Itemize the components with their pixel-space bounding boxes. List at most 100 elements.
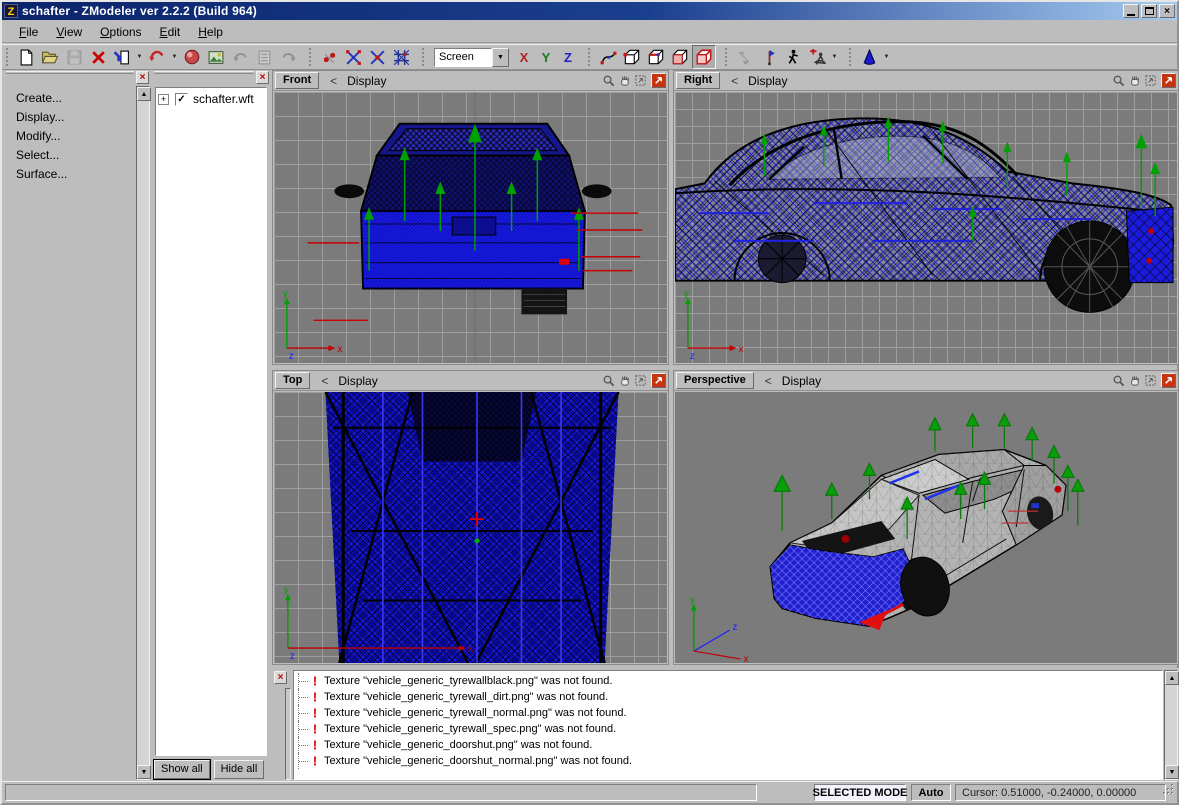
- materials-tool-button[interactable]: [857, 45, 881, 69]
- import-button[interactable]: [110, 45, 134, 69]
- log-panel-grip[interactable]: [285, 688, 291, 780]
- viewport-display-menu[interactable]: Display: [748, 74, 1110, 88]
- command-select[interactable]: Select...: [4, 145, 150, 164]
- import-dropdown[interactable]: ▼: [134, 46, 145, 68]
- export-dropdown[interactable]: ▼: [169, 46, 180, 68]
- visibility-checkbox[interactable]: ✓: [175, 93, 188, 106]
- pin-tool-button[interactable]: [757, 45, 781, 69]
- menu-edit[interactable]: Edit: [151, 23, 190, 41]
- viewport-perspective-canvas[interactable]: y z x: [675, 392, 1177, 663]
- command-modify[interactable]: Modify...: [4, 126, 150, 145]
- undo-icon: [232, 49, 249, 66]
- maximize-viewport-icon[interactable]: [1161, 73, 1176, 88]
- tree-panel-grip[interactable]: [154, 71, 254, 74]
- level-vertices-button[interactable]: [620, 45, 644, 69]
- command-display[interactable]: Display...: [4, 107, 150, 126]
- viewport-display-menu[interactable]: Display: [347, 74, 600, 88]
- toolbar-grip[interactable]: [849, 48, 853, 66]
- walk-mode-button[interactable]: [781, 45, 805, 69]
- show-all-button[interactable]: Show all: [154, 760, 210, 779]
- materials-dropdown[interactable]: ▼: [881, 46, 892, 68]
- command-surface[interactable]: Surface...: [4, 164, 150, 183]
- spline-tool-button[interactable]: [596, 45, 620, 69]
- axis-y-button[interactable]: Y: [535, 46, 557, 68]
- tree-item-schafter[interactable]: + ✓ schafter.wft: [156, 88, 266, 110]
- pan-hand-icon[interactable]: [1127, 73, 1142, 88]
- bones-dropdown[interactable]: ▼: [829, 46, 840, 68]
- toolbar-grip[interactable]: [6, 48, 10, 66]
- scroll-up-icon[interactable]: ▲: [137, 87, 151, 101]
- menu-options[interactable]: Options: [91, 23, 150, 41]
- maximize-viewport-icon[interactable]: [1161, 373, 1176, 388]
- level-edges-button[interactable]: [644, 45, 668, 69]
- expand-icon[interactable]: +: [158, 94, 169, 105]
- toolbar-grip[interactable]: [725, 48, 729, 66]
- axis-z-button[interactable]: Z: [557, 46, 579, 68]
- level-objects-button[interactable]: [692, 45, 716, 69]
- tree-panel-close-button[interactable]: ×: [256, 71, 269, 84]
- export-button[interactable]: [145, 45, 169, 69]
- viewport-right-canvas[interactable]: y x z: [675, 92, 1177, 363]
- viewport-display-menu[interactable]: Display: [782, 374, 1110, 388]
- zoom-icon[interactable]: [1111, 373, 1126, 388]
- menu-view[interactable]: View: [47, 23, 91, 41]
- pan-hand-icon[interactable]: [617, 73, 632, 88]
- screen-select[interactable]: Screen ▼: [434, 48, 509, 67]
- hide-all-button[interactable]: Hide all: [214, 760, 265, 779]
- command-panel-scrollbar[interactable]: ▲ ▼: [136, 86, 150, 780]
- maximize-button[interactable]: [1141, 4, 1157, 18]
- select-edges-button[interactable]: [341, 45, 365, 69]
- screen-select-dropdown-icon[interactable]: ▼: [492, 48, 509, 67]
- toolbar-grip[interactable]: [309, 48, 313, 66]
- log-panel-close-button[interactable]: ×: [274, 671, 287, 684]
- log-scrollbar[interactable]: ▲ ▼: [1164, 670, 1178, 780]
- command-create[interactable]: Create...: [4, 88, 150, 107]
- select-vertices-button[interactable]: [317, 45, 341, 69]
- zoom-icon[interactable]: [1111, 73, 1126, 88]
- viewport-nav-glyph[interactable]: <: [321, 374, 328, 388]
- pan-hand-icon[interactable]: [1127, 373, 1142, 388]
- zoom-region-icon[interactable]: [1143, 373, 1158, 388]
- menu-file[interactable]: File: [10, 23, 47, 41]
- command-panel-close-button[interactable]: ×: [136, 71, 149, 84]
- viewport-nav-glyph[interactable]: <: [330, 74, 337, 88]
- new-file-button[interactable]: [14, 45, 38, 69]
- toolbar-grip[interactable]: [422, 48, 426, 66]
- pan-hand-icon[interactable]: [617, 373, 632, 388]
- viewport-display-menu[interactable]: Display: [338, 374, 600, 388]
- zoom-region-icon[interactable]: [633, 373, 648, 388]
- toolbar-grip[interactable]: [588, 48, 592, 66]
- select-mesh-button[interactable]: [389, 45, 413, 69]
- viewport-front-canvas[interactable]: y x z: [274, 92, 667, 363]
- close-button[interactable]: ×: [1159, 4, 1175, 18]
- axis-x-button[interactable]: X: [513, 46, 535, 68]
- level-faces-button[interactable]: [668, 45, 692, 69]
- menu-help[interactable]: Help: [189, 23, 232, 41]
- viewport-perspective-label-button[interactable]: Perspective: [676, 372, 754, 389]
- maximize-viewport-icon[interactable]: [651, 373, 666, 388]
- open-file-button[interactable]: [38, 45, 62, 69]
- delete-button[interactable]: [86, 45, 110, 69]
- maximize-viewport-icon[interactable]: [651, 73, 666, 88]
- viewport-front-label-button[interactable]: Front: [275, 72, 319, 89]
- command-panel-grip[interactable]: [6, 71, 134, 74]
- select-faces-button[interactable]: [365, 45, 389, 69]
- bones-tool-button[interactable]: [805, 45, 829, 69]
- zoom-icon[interactable]: [601, 373, 616, 388]
- minimize-button[interactable]: [1123, 4, 1139, 18]
- viewport-top-label-button[interactable]: Top: [275, 372, 310, 389]
- scroll-up-icon[interactable]: ▲: [1165, 671, 1179, 685]
- viewport-top-canvas[interactable]: y x z: [274, 392, 667, 663]
- viewport-right-label-button[interactable]: Right: [676, 72, 720, 89]
- render-button[interactable]: [180, 45, 204, 69]
- status-auto-toggle[interactable]: Auto: [911, 784, 951, 801]
- viewport-nav-glyph[interactable]: <: [731, 74, 738, 88]
- viewport-nav-glyph[interactable]: <: [765, 374, 772, 388]
- zoom-region-icon[interactable]: [633, 73, 648, 88]
- scroll-down-icon[interactable]: ▼: [137, 765, 151, 779]
- zoom-icon[interactable]: [601, 73, 616, 88]
- zoom-region-icon[interactable]: [1143, 73, 1158, 88]
- resize-grip-icon[interactable]: [1162, 783, 1175, 801]
- scene-settings-button[interactable]: [204, 45, 228, 69]
- scroll-down-icon[interactable]: ▼: [1165, 765, 1179, 779]
